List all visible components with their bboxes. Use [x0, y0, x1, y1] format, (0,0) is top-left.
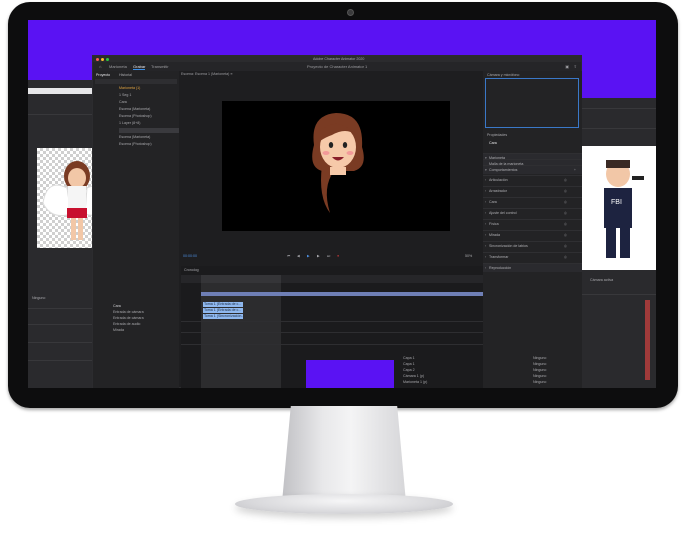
selected-row — [119, 128, 179, 133]
section-reproduccion[interactable]: › Reproducción — [483, 263, 582, 272]
blend-mode-select[interactable]: Ninguno — [533, 362, 546, 366]
blend-mode-select[interactable]: Ninguno — [533, 356, 546, 360]
behavior-sincronizacion[interactable]: › Sincronización de labios ◎ — [483, 241, 582, 250]
layer-name[interactable]: Capa 1 — [403, 362, 415, 366]
right-character-thumbnail: FBI — [580, 146, 656, 270]
project-item[interactable]: Escena (Marioneta) — [119, 135, 150, 139]
selected-take[interactable]: Toma 1 (Entrada de c... — [203, 308, 243, 313]
left-window-label: Ninguno — [32, 296, 46, 300]
project-item[interactable]: Escena (Marioneta) — [119, 107, 150, 111]
play-icon[interactable]: ▶ — [307, 254, 310, 258]
right-track-bar — [645, 300, 650, 380]
behavior-cara[interactable]: › Cara ◎ — [483, 197, 582, 206]
project-item[interactable]: Cara — [119, 100, 127, 104]
layer-name[interactable]: Cámara 1 (p) — [403, 374, 424, 378]
selected-take[interactable]: Toma 1 (Sincronización... — [203, 314, 244, 319]
transport-controls: 00:00:00 ⏮ ◀ ▶ ▶ ⏭ ● 50% — [181, 252, 481, 262]
track-label: Entrada de cámara — [113, 316, 144, 320]
behavior-mirada[interactable]: › Mirada ◎ — [483, 230, 582, 239]
track-label: Entrada de audio — [113, 322, 141, 326]
minimize-button[interactable] — [101, 57, 104, 61]
maximize-button[interactable] — [106, 57, 109, 61]
scene-track-bar[interactable] — [201, 292, 483, 296]
app-title: Adobe Character Animator 2020 — [313, 57, 365, 61]
camera-panel-title: Cámara y micrófono — [487, 73, 520, 77]
puppet-face-illustration — [312, 113, 364, 213]
camera-preview — [485, 78, 579, 128]
section-comportamientos[interactable]: ▾ Comportamientos + — [483, 165, 582, 174]
scene-panel-title: Escena: Escena 1 (Marioneta) ≡ — [181, 72, 233, 76]
fbi-badge-text: FBI — [611, 199, 622, 206]
workspace-tabs: ⌂ Marioneta Grabar Transmitir Proyecto d… — [93, 62, 581, 71]
skip-forward-icon[interactable]: ⏭ — [327, 254, 330, 258]
step-forward-icon[interactable]: ▶ — [317, 254, 320, 258]
puppet-name: Cara — [489, 141, 497, 145]
blend-mode-select[interactable]: Ninguno — [533, 380, 546, 384]
layer-name[interactable]: Marioneta 1 (p) — [403, 380, 427, 384]
tab-historial[interactable]: Historial — [119, 73, 132, 77]
layer-name[interactable]: Capa 2 — [403, 368, 415, 372]
behavior-ajuste[interactable]: › Ajuste del control ◎ — [483, 208, 582, 217]
screen: Ninguno Cámara activa FBI Adobe Characte… — [28, 20, 656, 388]
project-item[interactable]: Marioneta (1) — [119, 86, 140, 90]
blend-list: Ninguno Ninguno Ninguno Ninguno Ninguno — [533, 356, 581, 388]
character-animator-window: Adobe Character Animator 2020 ⌂ Marionet… — [92, 55, 582, 388]
properties-panel-title: Propiedades — [487, 133, 508, 137]
scene-viewer — [222, 101, 450, 231]
fbi-agent-illustration: FBI — [604, 160, 644, 258]
tab-proyecto[interactable]: Proyecto — [96, 73, 110, 77]
track-labels-panel: Cara Entrada de cámara Entrada de cámara… — [93, 191, 179, 388]
track-label: Entrada de cámara — [113, 310, 144, 314]
behavior-arrastrador[interactable]: › Arrastrador ◎ — [483, 186, 582, 195]
webcam-dot — [347, 9, 354, 16]
chat-icon[interactable]: ▣ — [565, 64, 569, 69]
blend-mode-select[interactable]: Ninguno — [533, 374, 546, 378]
behavior-transformar[interactable]: › Transformar ◎ — [483, 252, 582, 261]
project-item[interactable]: 1 Layer (8+8) — [119, 121, 140, 125]
home-icon[interactable]: ⌂ — [99, 64, 101, 69]
project-item[interactable]: Escena (Photoshop) — [119, 142, 152, 146]
share-icon[interactable]: ⇪ — [574, 64, 577, 69]
layer-list: Capa 1 Capa 1 Capa 2 Cámara 1 (p) Marion… — [399, 356, 483, 388]
monitor-stand — [282, 406, 406, 498]
behavior-articulacion[interactable]: › Articulación ◎ — [483, 175, 582, 184]
close-button[interactable] — [96, 57, 99, 61]
blend-mode-select[interactable]: Ninguno — [533, 368, 546, 372]
step-back-icon[interactable]: ◀ — [297, 254, 300, 258]
right-window-label: Cámara activa — [590, 278, 614, 282]
zoom-select[interactable]: 50% — [465, 254, 472, 258]
tab-grabar[interactable]: Grabar — [133, 64, 146, 70]
project-item[interactable]: Escena (Photoshop) — [119, 114, 152, 118]
layer-name[interactable]: Capa 1 — [403, 356, 415, 360]
selected-take[interactable]: Toma 1 (Entrada de c... — [203, 302, 243, 307]
desktop-background-gap — [306, 360, 394, 388]
monitor-mockup: Ninguno Cámara activa FBI Adobe Characte… — [0, 0, 686, 533]
timecode: 00:00:00 — [183, 254, 197, 258]
tab-marioneta[interactable]: Marioneta — [109, 64, 127, 69]
behavior-fisica[interactable]: › Física ◎ — [483, 219, 582, 228]
project-panel: Proyecto Historial Marioneta (1) 1 Seg 1… — [93, 71, 179, 191]
monitor-base — [235, 494, 453, 514]
track-label: Cara — [113, 304, 121, 308]
right-panels: Cámara y micrófono Propiedades Cara ▾ Mar… — [483, 71, 582, 388]
project-title: Proyecto de Character Animator 1 — [307, 64, 368, 69]
skip-back-icon[interactable]: ⏮ — [287, 254, 290, 258]
track-label: Mirada — [113, 328, 124, 332]
project-item[interactable]: 1 Seg 1 — [119, 93, 131, 97]
tab-transmitir[interactable]: Transmitir — [151, 64, 169, 69]
timeline-title: Cronolog — [184, 268, 199, 272]
project-search-input[interactable] — [95, 79, 177, 84]
record-icon[interactable]: ● — [337, 254, 339, 258]
